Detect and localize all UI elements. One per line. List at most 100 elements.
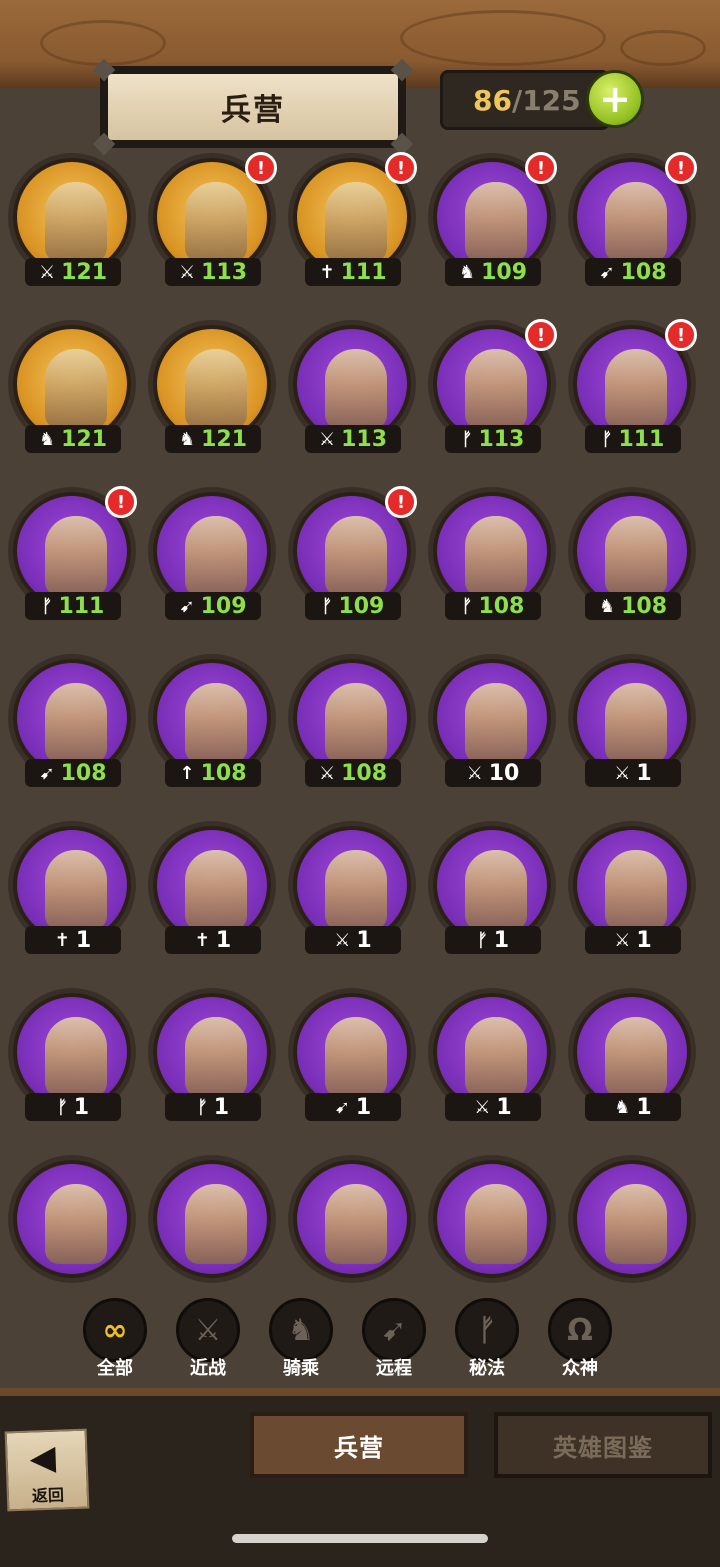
page-title: 兵营 — [108, 74, 398, 140]
unit-card[interactable]: ♞ 108 — [565, 484, 699, 644]
unit-card[interactable]: ♞ 1 — [565, 985, 699, 1145]
unit-portrait — [45, 1017, 107, 1097]
unit-card[interactable]: ♞ 121 — [145, 317, 279, 477]
cross-icon: ✝ — [319, 261, 335, 283]
back-button[interactable]: ◀ 返回 — [4, 1428, 90, 1512]
unit-portrait — [325, 683, 387, 763]
unit-portrait — [45, 683, 107, 763]
sword-icon: ⚔ — [176, 1298, 240, 1362]
unit-card[interactable]: ᚠ1 — [5, 985, 139, 1145]
unit-card[interactable]: ᚠ 109! — [285, 484, 419, 644]
unit-level: 1 — [356, 927, 372, 953]
unit-card[interactable]: ⚔ 113! — [145, 150, 279, 310]
tab-hero-codex[interactable]: 英雄图鉴 — [494, 1412, 712, 1478]
filter-rune[interactable]: ᚠ 秘法 — [450, 1298, 524, 1384]
capacity-separator: / — [511, 83, 523, 117]
filter-sword[interactable]: ⚔ 近战 — [171, 1298, 245, 1384]
back-arrow-icon: ◀ — [28, 1437, 57, 1479]
unit-card[interactable]: ✝ 1 — [5, 818, 139, 978]
unit-card[interactable]: ⚔ 113 — [285, 317, 419, 477]
filter-infinity[interactable]: ∞ 全部 — [78, 1298, 152, 1384]
unit-level-strip: ✝ 111 — [305, 258, 401, 286]
unit-card[interactable]: ↑ 108 — [145, 651, 279, 811]
tab-barracks[interactable]: 兵营 — [250, 1412, 468, 1478]
staff-icon: ᚠ — [461, 595, 473, 617]
bow-icon: ➹ — [179, 595, 195, 617]
unit-level-strip: ↑ 108 — [165, 759, 261, 787]
unit-card[interactable]: ᚠ 111! — [565, 317, 699, 477]
unit-card[interactable]: ♞ 121 — [5, 317, 139, 477]
unit-level-strip: ♞ 1 — [585, 1093, 681, 1121]
unit-card[interactable] — [285, 1152, 419, 1285]
unit-level-strip: ♞ 121 — [25, 425, 121, 453]
unit-card[interactable]: ⚔ 1 — [425, 985, 559, 1145]
unit-card[interactable]: ⚔ 10 — [425, 651, 559, 811]
spear-icon: ↑ — [179, 762, 195, 784]
unit-level: 121 — [61, 426, 108, 452]
unit-level-strip: ➹ 1 — [305, 1093, 401, 1121]
unit-level-strip: ⚔ 1 — [585, 759, 681, 787]
alert-badge-icon: ! — [105, 486, 137, 518]
unit-level-strip: ᚠ 108 — [445, 592, 541, 620]
unit-level-strip: ♞ 121 — [165, 425, 261, 453]
unit-portrait — [45, 349, 107, 429]
filter-horse[interactable]: ♞ 骑乘 — [264, 1298, 338, 1384]
unit-level: 10 — [488, 760, 520, 786]
unit-card[interactable]: ᚠ 113! — [425, 317, 559, 477]
horse-icon: ♞ — [38, 428, 56, 450]
alert-badge-icon: ! — [245, 152, 277, 184]
alert-badge-icon: ! — [525, 319, 557, 351]
unit-portrait — [325, 182, 387, 262]
cross-icon: ✝ — [54, 929, 70, 951]
unit-level: 109 — [481, 259, 528, 285]
unit-card[interactable] — [425, 1152, 559, 1285]
unit-level: 121 — [201, 426, 248, 452]
unit-card[interactable]: ✝ 1 — [145, 818, 279, 978]
unit-card[interactable]: ⚔ 108 — [285, 651, 419, 811]
unit-portrait — [45, 850, 107, 930]
alert-badge-icon: ! — [385, 486, 417, 518]
unit-card[interactable]: ♞ 109! — [425, 150, 559, 310]
unit-card[interactable]: ✝ 111! — [285, 150, 419, 310]
unit-level: 1 — [636, 760, 652, 786]
unit-portrait-frame — [433, 1160, 551, 1278]
unit-level-strip: ♞ 109 — [445, 258, 541, 286]
capacity-max: 125 — [522, 83, 581, 117]
unit-level-strip: ➹ 108 — [25, 759, 121, 787]
unit-card[interactable]: ➹ 1 — [285, 985, 419, 1145]
unit-level-strip: ⚔ 108 — [305, 759, 401, 787]
unit-card[interactable]: ➹ 108 — [5, 651, 139, 811]
unit-portrait — [185, 349, 247, 429]
unit-card[interactable]: ᚠ1 — [145, 985, 279, 1145]
horse-icon: ♞ — [458, 261, 476, 283]
unit-card[interactable]: ᚠ 108 — [425, 484, 559, 644]
bow-icon: ➹ — [362, 1298, 426, 1362]
filter-bow[interactable]: ➹ 远程 — [357, 1298, 431, 1384]
unit-card[interactable]: ➹ 108! — [565, 150, 699, 310]
sword-icon: ⚔ — [334, 929, 351, 951]
unit-card[interactable]: ⚔ 1 — [565, 651, 699, 811]
unit-portrait-frame — [293, 1160, 411, 1278]
unit-level-strip: ᚠ 113 — [445, 425, 541, 453]
unit-card[interactable]: ⚔ 1 — [565, 818, 699, 978]
unit-card[interactable] — [565, 1152, 699, 1285]
unit-card[interactable] — [5, 1152, 139, 1285]
sword-icon: ⚔ — [178, 261, 196, 283]
filter-label: 全部 — [97, 1358, 133, 1379]
unit-portrait — [185, 516, 247, 596]
unit-card[interactable]: ᚠ1 — [425, 818, 559, 978]
alert-badge-icon: ! — [525, 152, 557, 184]
unit-card[interactable]: ➹ 109 — [145, 484, 279, 644]
filter-omega[interactable]: Ω 众神 — [543, 1298, 617, 1384]
home-indicator[interactable] — [232, 1534, 488, 1543]
unit-portrait — [325, 349, 387, 429]
unit-level-strip: ⚔ 1 — [305, 926, 401, 954]
add-capacity-button[interactable]: + — [586, 70, 644, 128]
unit-card[interactable]: ⚔ 1 — [285, 818, 419, 978]
unit-level: 108 — [621, 593, 668, 619]
unit-level-strip: ⚔ 113 — [165, 258, 261, 286]
unit-card[interactable] — [145, 1152, 279, 1285]
unit-card[interactable]: ᚠ 111! — [5, 484, 139, 644]
unit-card[interactable]: ⚔ 121 — [5, 150, 139, 310]
sword-icon: ⚔ — [614, 762, 631, 784]
